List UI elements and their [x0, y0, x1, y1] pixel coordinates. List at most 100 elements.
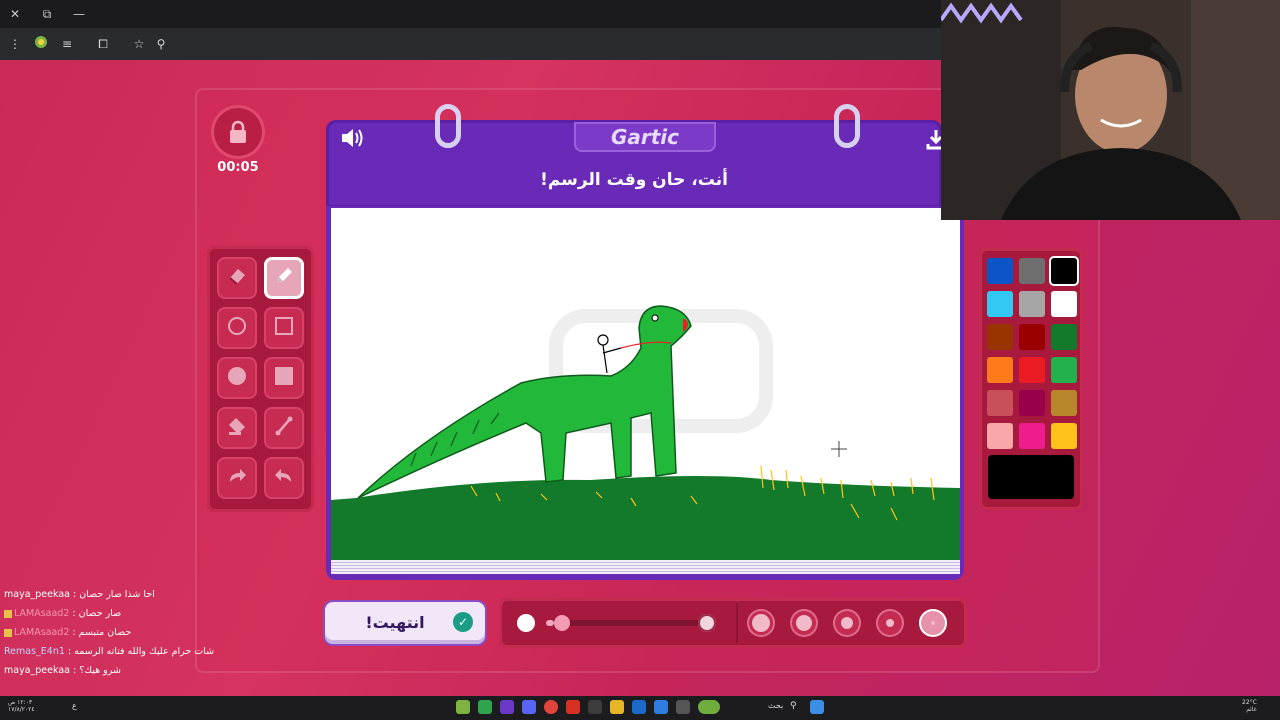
- color-swatch[interactable]: [987, 324, 1013, 350]
- minimize-icon[interactable]: —: [68, 4, 90, 24]
- chat-separator: :: [69, 665, 80, 676]
- circle-filled-icon: [226, 365, 248, 392]
- chat-separator: :: [69, 608, 79, 619]
- app-icon-discord[interactable]: [522, 700, 536, 714]
- brush-size-option[interactable]: [833, 609, 861, 637]
- star-icon[interactable]: ☆: [129, 34, 149, 54]
- chat-username: LAMAsaad2: [14, 608, 70, 619]
- badge-icon: [4, 609, 12, 618]
- color-swatch[interactable]: [1019, 291, 1045, 317]
- circle-filled-tool[interactable]: [217, 357, 257, 399]
- chat-message: LAMAsaad2 : حصان متبسم: [4, 626, 264, 645]
- chat-separator: :: [69, 589, 80, 600]
- chat-message: LAMAsaad2 : صار حصان: [4, 607, 264, 626]
- app-icon-steam[interactable]: [632, 700, 646, 714]
- color-swatch[interactable]: [987, 258, 1013, 284]
- restore-icon[interactable]: ⧉: [36, 4, 58, 24]
- chat-text: شات حرام عليك والله فتاته الرسمه: [74, 646, 215, 657]
- color-swatch[interactable]: [987, 291, 1013, 317]
- redo-tool[interactable]: [217, 457, 257, 499]
- brush-size-option[interactable]: [747, 609, 775, 637]
- square-outline-tool[interactable]: [264, 307, 304, 349]
- square-filled-tool[interactable]: [264, 357, 304, 399]
- fill-bucket-icon: [226, 415, 248, 442]
- brush-size-option[interactable]: [790, 609, 818, 637]
- color-swatch[interactable]: [1051, 324, 1077, 350]
- slider-max-dot: [698, 614, 716, 632]
- extension-icon[interactable]: [31, 34, 51, 54]
- drawing-canvas[interactable]: [331, 208, 960, 560]
- prompt-text: أنت، حان وقت الرسم!: [540, 170, 728, 190]
- circle-outline-tool[interactable]: [217, 307, 257, 349]
- line-tool[interactable]: [264, 407, 304, 449]
- speaker-icon[interactable]: [339, 126, 367, 152]
- undo-icon: [273, 465, 295, 492]
- input-language[interactable]: ع: [72, 701, 77, 710]
- app-icon-chrome[interactable]: [544, 700, 558, 714]
- color-swatch[interactable]: [1051, 291, 1077, 317]
- app-icon-xbox[interactable]: [478, 700, 492, 714]
- taskbar-search-label[interactable]: بحث: [768, 701, 783, 710]
- search-icon[interactable]: ⚲: [790, 701, 797, 711]
- fill-bucket-tool[interactable]: [217, 407, 257, 449]
- circle-outline-icon: [226, 315, 248, 342]
- brush-size-fill: [546, 620, 554, 626]
- chat-username: maya_peekaa: [4, 665, 70, 676]
- menu-icon[interactable]: ⋮: [5, 34, 25, 54]
- close-icon[interactable]: ✕: [4, 4, 26, 24]
- divider: [736, 603, 738, 643]
- chat-separator: :: [69, 627, 79, 638]
- color-swatch[interactable]: [987, 357, 1013, 383]
- search-icon[interactable]: ⚲: [151, 34, 171, 54]
- chat-separator: :: [64, 646, 75, 657]
- translate-icon[interactable]: ≡: [57, 34, 77, 54]
- stream-chat: maya_peekaa : احا شذا صار حصان LAMAsaad2 …: [4, 588, 264, 683]
- crosshair-cursor: [831, 441, 847, 457]
- app-icon-extension[interactable]: [456, 700, 470, 714]
- pencil-icon: [273, 265, 295, 292]
- color-swatch[interactable]: [1019, 390, 1045, 416]
- color-swatch[interactable]: [987, 423, 1013, 449]
- chat-username: LAMAsaad2: [14, 627, 70, 638]
- done-button[interactable]: انتهيت! ✓: [325, 602, 485, 644]
- color-swatch[interactable]: [1051, 357, 1077, 383]
- app-icon-explorer[interactable]: [610, 700, 624, 714]
- lock-icon: [211, 105, 265, 159]
- download-icon[interactable]: [926, 128, 942, 152]
- color-swatch[interactable]: [987, 390, 1013, 416]
- app-icon-obs[interactable]: [566, 700, 580, 714]
- app-icon-window[interactable]: [676, 700, 690, 714]
- square-filled-icon: [273, 365, 295, 392]
- color-swatch[interactable]: [1019, 324, 1045, 350]
- color-swatch[interactable]: [1051, 258, 1077, 284]
- brush-size-option[interactable]: [876, 609, 904, 637]
- clock[interactable]: ١٢:٠٣ ص ١٧/٨/٢٠٢٤: [8, 699, 35, 713]
- app-icon-calendar[interactable]: [588, 700, 602, 714]
- slider-handle[interactable]: [554, 615, 570, 631]
- start-icon[interactable]: [810, 700, 824, 714]
- chat-text: حصان متبسم: [78, 627, 132, 638]
- eraser-icon: [226, 265, 248, 292]
- app-icon-twitch[interactable]: [500, 700, 514, 714]
- color-swatch[interactable]: [1019, 423, 1045, 449]
- color-swatch[interactable]: [1019, 357, 1045, 383]
- binder-ring-left: [435, 104, 461, 148]
- chat-text: شرو هيك؟: [79, 665, 121, 676]
- brush-size-slider[interactable]: [546, 620, 706, 626]
- color-swatch[interactable]: [1019, 258, 1045, 284]
- weather-widget[interactable]: 22°C غائم: [1242, 699, 1257, 713]
- pencil-tool[interactable]: [264, 257, 304, 299]
- brush-size-option[interactable]: [919, 609, 947, 637]
- widget-icon[interactable]: [698, 700, 720, 714]
- color-swatch[interactable]: [1051, 390, 1077, 416]
- puzzle-icon[interactable]: ⧠: [93, 34, 113, 54]
- chat-message: maya_peekaa : شرو هيك؟: [4, 664, 264, 683]
- undo-tool[interactable]: [264, 457, 304, 499]
- eraser-tool[interactable]: [217, 257, 257, 299]
- brush-size-dot: [841, 617, 853, 629]
- app-icon-edge[interactable]: [654, 700, 668, 714]
- line-icon: [273, 415, 295, 442]
- chat-text: صار حصان: [78, 608, 122, 619]
- color-swatch[interactable]: [1051, 423, 1077, 449]
- square-outline-icon: [273, 315, 295, 342]
